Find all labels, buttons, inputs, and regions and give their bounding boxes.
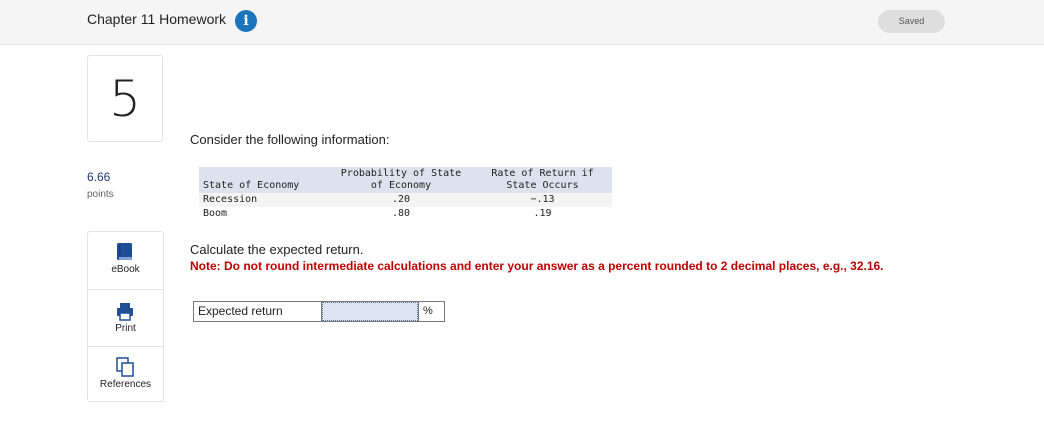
book-icon bbox=[117, 243, 132, 260]
answer-unit: % bbox=[418, 302, 444, 321]
column-header-state: State of Economy bbox=[199, 167, 329, 193]
page-title: Chapter 11 Homework bbox=[87, 11, 227, 27]
saved-status-button[interactable]: Saved bbox=[878, 10, 945, 33]
cell-return: −.13 bbox=[473, 193, 612, 207]
column-header-return-line1: Rate of Return if bbox=[491, 168, 594, 179]
expected-return-input[interactable] bbox=[322, 302, 418, 321]
answer-label: Expected return bbox=[194, 302, 322, 321]
points-value: 6.66 bbox=[87, 170, 111, 184]
answer-row: Expected return % bbox=[193, 301, 445, 322]
table-row: Boom .80 .19 bbox=[199, 207, 612, 221]
points-label: points bbox=[87, 189, 114, 200]
column-header-probability: Probability of State of Economy bbox=[329, 167, 473, 193]
rounding-note: Note: Do not round intermediate calculat… bbox=[190, 259, 884, 273]
cell-state: Recession bbox=[199, 193, 329, 207]
instruction-text: Calculate the expected return. bbox=[190, 242, 364, 257]
table-row: Recession .20 −.13 bbox=[199, 193, 612, 207]
cell-state: Boom bbox=[199, 207, 329, 221]
column-header-return-line2: State Occurs bbox=[506, 180, 579, 191]
column-header-probability-line2: of Economy bbox=[370, 180, 432, 191]
question-intro: Consider the following information: bbox=[190, 132, 390, 147]
print-button[interactable]: Print bbox=[88, 289, 163, 346]
question-number: 5 bbox=[87, 55, 163, 142]
cell-probability: .20 bbox=[329, 193, 473, 207]
printer-icon bbox=[117, 303, 133, 321]
cell-return: .19 bbox=[473, 207, 612, 221]
column-header-return: Rate of Return if State Occurs bbox=[473, 167, 612, 193]
cell-probability: .80 bbox=[329, 207, 473, 221]
tools-panel: eBook Print References bbox=[87, 231, 164, 402]
info-icon[interactable]: i bbox=[235, 10, 257, 32]
economy-table: State of Economy Probability of State of… bbox=[199, 167, 612, 221]
ebook-label: eBook bbox=[111, 264, 140, 275]
print-label: Print bbox=[115, 323, 136, 334]
column-header-probability-line1: Probability of State bbox=[340, 168, 462, 179]
copy-icon bbox=[116, 357, 134, 377]
references-label: References bbox=[99, 379, 152, 390]
ebook-button[interactable]: eBook bbox=[88, 232, 163, 289]
references-button[interactable]: References bbox=[88, 346, 163, 403]
header-bar: Chapter 11 Homework i Saved bbox=[0, 0, 1044, 45]
